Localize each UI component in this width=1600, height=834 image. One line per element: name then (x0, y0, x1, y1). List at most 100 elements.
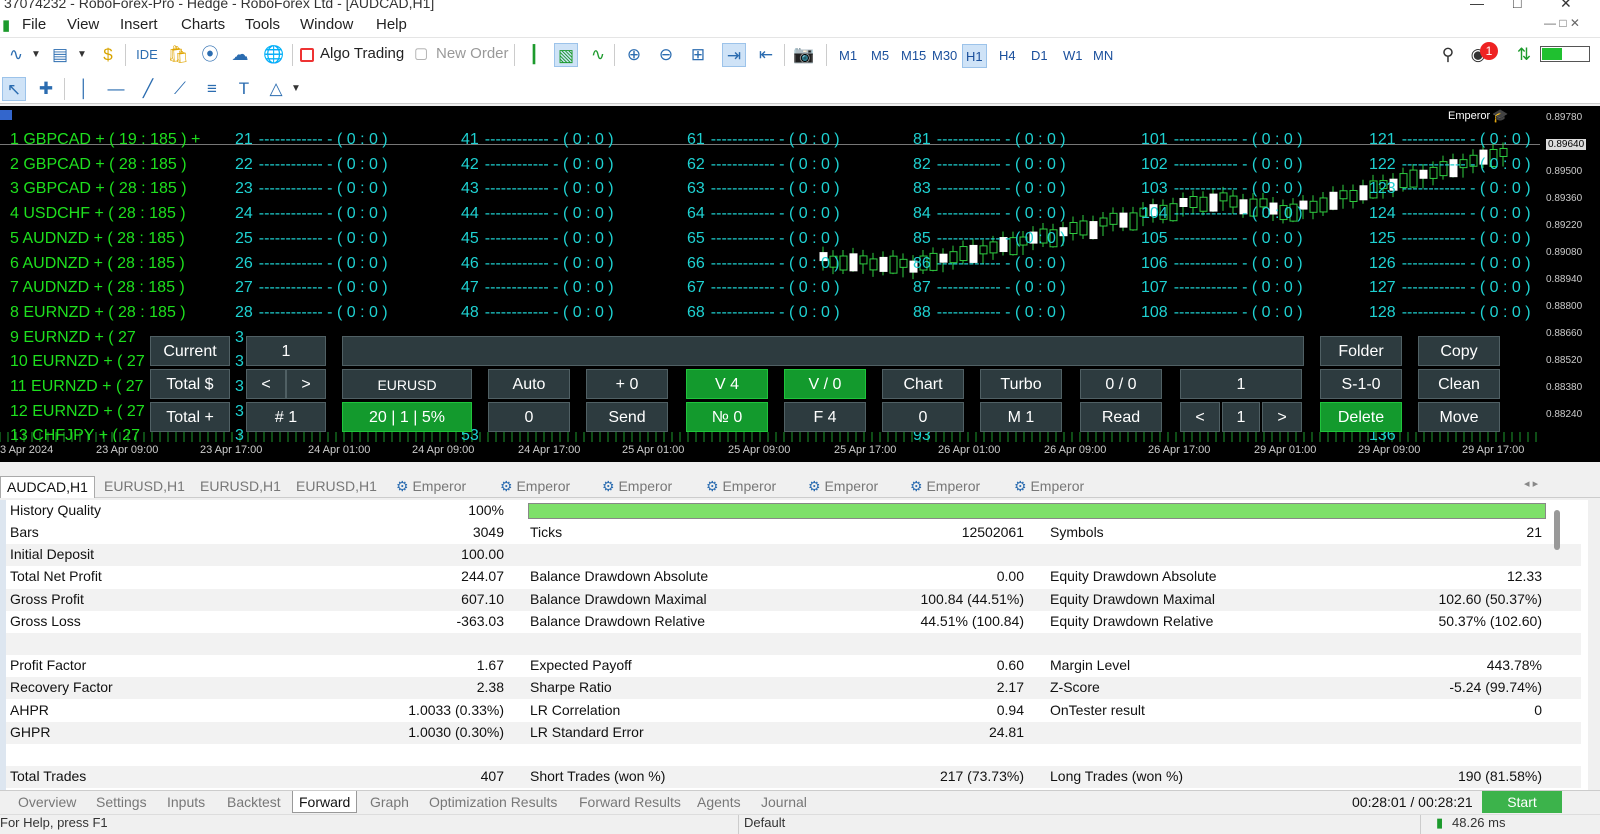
tester-tab[interactable]: Overview (18, 794, 76, 810)
page-next-button[interactable]: > (1262, 402, 1302, 432)
close-icon[interactable]: ✕ (1560, 0, 1572, 12)
tf-m5[interactable]: M5 (868, 44, 892, 68)
symbol-label[interactable]: EURUSD (342, 369, 472, 399)
prev-button[interactable]: < (246, 369, 286, 399)
channel-icon[interactable]: ⟋ (168, 77, 192, 101)
risk-label[interactable]: 20 | 1 | 5% (342, 402, 472, 432)
screenshot-icon[interactable]: 📷 (792, 43, 816, 67)
chart-tab[interactable]: ⚙ Emperor (802, 476, 884, 498)
dollar-icon[interactable]: $ (96, 43, 120, 67)
folder-button[interactable]: Folder (1320, 336, 1402, 366)
crosshair-icon[interactable]: ✚ (34, 77, 58, 101)
menu-tools[interactable]: Tools (245, 16, 280, 33)
menu-window[interactable]: Window (300, 16, 353, 33)
plus-zero-button[interactable]: + 0 (586, 369, 668, 399)
dropdown-icon[interactable]: ▼ (70, 43, 94, 67)
tab-scroll-arrows[interactable]: ◂ ▸ (1524, 477, 1538, 490)
menu-view[interactable]: View (67, 16, 99, 33)
tester-tab[interactable]: Optimization Results (429, 794, 557, 810)
chart-button[interactable]: Chart (882, 369, 964, 399)
algo-trading-button[interactable]: Algo Trading (320, 45, 404, 63)
chart-tab[interactable]: ⚙ Emperor (494, 476, 576, 498)
f4-button[interactable]: F 4 (784, 402, 866, 432)
globe-icon[interactable]: 🌐 (262, 43, 286, 67)
tf-mn[interactable]: MN (1090, 44, 1116, 68)
fibonacci-icon[interactable]: ≡ (200, 77, 224, 101)
search-icon[interactable]: ⚲ (1436, 43, 1460, 67)
delete-button[interactable]: Delete (1320, 402, 1402, 432)
move-button[interactable]: Move (1418, 402, 1500, 432)
dropdown-icon[interactable]: ▼ (24, 43, 48, 67)
s10-button[interactable]: S-1-0 (1320, 369, 1402, 399)
market-icon[interactable]: 🛍 (166, 43, 190, 67)
minimize-icon[interactable]: — (1470, 0, 1484, 11)
total-plus-button[interactable]: Total + (150, 402, 230, 432)
v-zero-button[interactable]: V / 0 (784, 369, 866, 399)
tf-h1[interactable]: H1 (962, 44, 987, 68)
price-chart[interactable]: Emperor 🎓 1 GBPCAD + ( 19 : 185 ) +2 GBP… (0, 106, 1540, 442)
bar-chart-icon[interactable]: ┃ (522, 43, 546, 67)
chart-tab[interactable]: ⚙ Emperor (904, 476, 986, 498)
text-icon[interactable]: T (232, 77, 256, 101)
tester-tab[interactable]: Graph (370, 794, 409, 810)
number-button[interactable]: № 0 (686, 402, 768, 432)
tf-m30[interactable]: M30 (929, 44, 960, 68)
m1-button[interactable]: M 1 (980, 402, 1062, 432)
read-button[interactable]: Read (1080, 402, 1162, 432)
menu-charts[interactable]: Charts (181, 16, 225, 33)
restore-icon[interactable]: — □ ✕ (1544, 16, 1580, 30)
ide-button[interactable]: IDE (132, 43, 162, 67)
chart-tab[interactable]: EURUSD,H1 (194, 476, 287, 498)
menu-help[interactable]: Help (376, 16, 407, 33)
zoom-in-icon[interactable]: ⊕ (622, 43, 646, 67)
tester-tab[interactable]: Forward (292, 791, 358, 813)
autoscroll-icon[interactable]: ⇥ (722, 43, 746, 67)
tf-m1[interactable]: M1 (836, 44, 860, 68)
trend-line-icon[interactable]: ╱ (136, 77, 160, 101)
chart-shift-icon[interactable]: ⇤ (754, 43, 778, 67)
maximize-icon[interactable]: □ (1513, 0, 1521, 11)
cursor-icon[interactable]: ↖ (2, 77, 26, 101)
chart-tab[interactable]: ⚙ Emperor (390, 476, 472, 498)
chart-tab[interactable]: ⚙ Emperor (700, 476, 782, 498)
tester-tab[interactable]: Inputs (167, 794, 205, 810)
vertical-line-icon[interactable]: │ (72, 77, 96, 101)
total-dollar-button[interactable]: Total $ (150, 369, 230, 399)
grid-icon[interactable]: ⊞ (686, 43, 710, 67)
chart-window-icon[interactable]: ▤ (48, 43, 72, 67)
auto-button[interactable]: Auto (488, 369, 570, 399)
tf-d1[interactable]: D1 (1028, 44, 1051, 68)
menu-insert[interactable]: Insert (120, 16, 158, 33)
chart-tab[interactable]: AUDCAD,H1 (0, 476, 95, 498)
candlestick-icon[interactable]: ▧ (554, 43, 578, 67)
clean-button[interactable]: Clean (1418, 369, 1500, 399)
dropdown-icon[interactable]: ▼ (284, 77, 308, 101)
tester-tab[interactable]: Agents (697, 794, 741, 810)
tester-tab[interactable]: Backtest (227, 794, 281, 810)
tester-tab[interactable]: Forward Results (579, 794, 681, 810)
line-icon[interactable]: ∿ (586, 43, 610, 67)
tf-m15[interactable]: M15 (898, 44, 929, 68)
chart-tab[interactable]: EURUSD,H1 (290, 476, 383, 498)
chart-tab[interactable]: ⚙ Emperor (596, 476, 678, 498)
page-prev-button[interactable]: < (1180, 402, 1220, 432)
current-button[interactable]: Current (150, 336, 230, 366)
turbo-button[interactable]: Turbo (980, 369, 1062, 399)
signals-icon[interactable]: ⦿ (198, 43, 222, 67)
horizontal-line-icon[interactable]: — (104, 77, 128, 101)
new-order-button[interactable]: New Order (436, 45, 509, 63)
tester-tab[interactable]: Journal (761, 794, 807, 810)
next-button[interactable]: > (286, 369, 326, 399)
scrollbar-thumb[interactable] (1554, 510, 1560, 550)
tf-w1[interactable]: W1 (1060, 44, 1086, 68)
chart-tab[interactable]: ⚙ Emperor (1008, 476, 1090, 498)
tf-h4[interactable]: H4 (996, 44, 1019, 68)
send-button[interactable]: Send (586, 402, 668, 432)
chart-tab[interactable]: EURUSD,H1 (98, 476, 191, 498)
tester-tab[interactable]: Settings (96, 794, 147, 810)
zoom-out-icon[interactable]: ⊖ (654, 43, 678, 67)
cloud-icon[interactable]: ☁ (228, 43, 252, 67)
v4-button[interactable]: V 4 (686, 369, 768, 399)
menu-file[interactable]: File (22, 16, 46, 33)
copy-button[interactable]: Copy (1418, 336, 1500, 366)
